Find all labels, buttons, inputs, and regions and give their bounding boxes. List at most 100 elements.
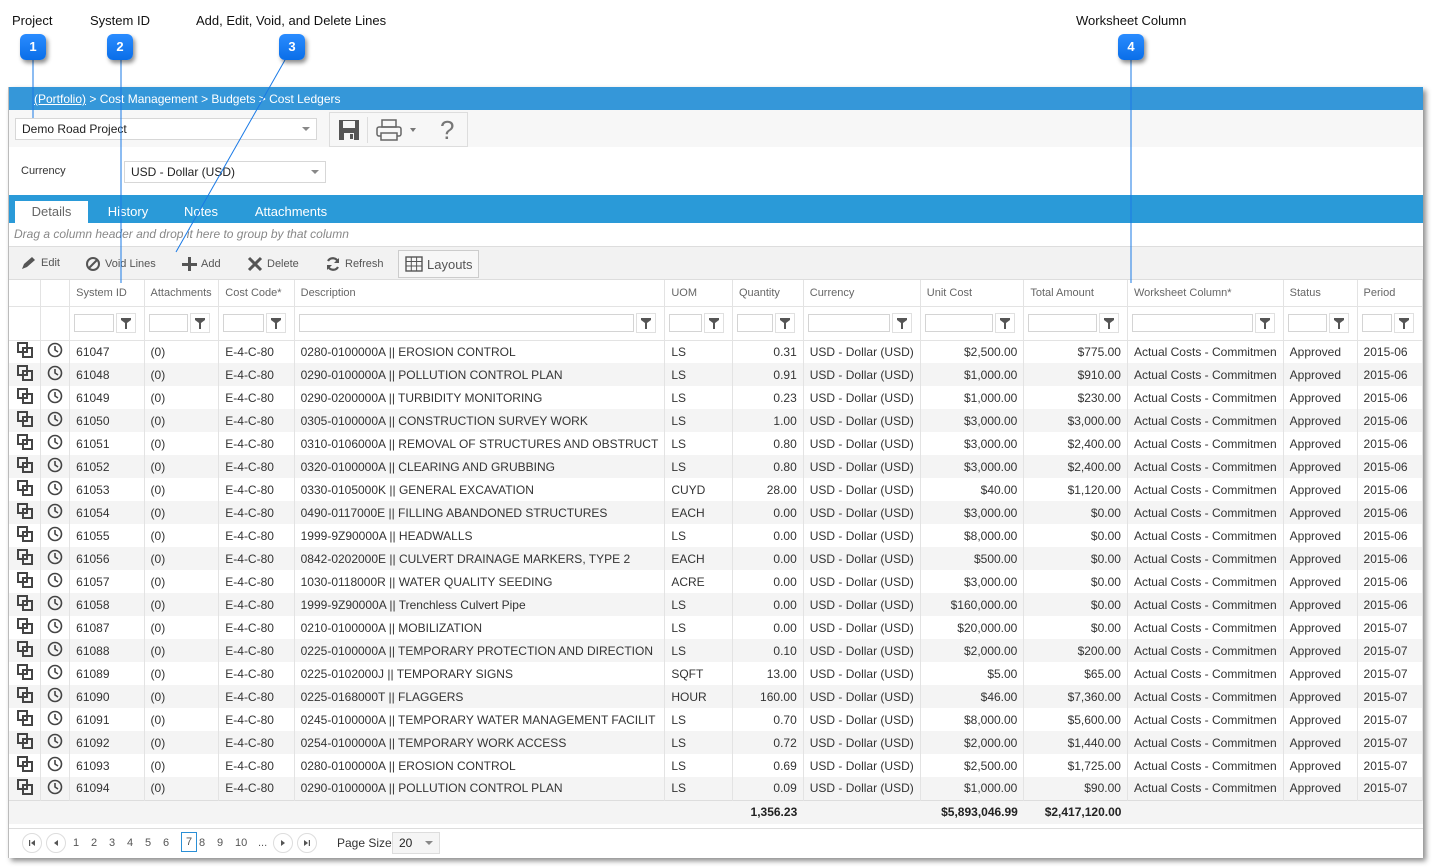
history-clock-icon[interactable]: [40, 708, 71, 731]
column-header[interactable]: UOM: [664, 280, 733, 307]
filter-icon[interactable]: [190, 313, 211, 333]
system-id-link[interactable]: 61058: [69, 593, 145, 616]
filter-input[interactable]: [74, 314, 114, 332]
attachments-link[interactable]: (0): [144, 662, 220, 685]
tab-notes[interactable]: Notes: [173, 201, 229, 223]
attachments-link[interactable]: (0): [144, 455, 220, 478]
table-row[interactable]: 61053 (0) E-4-C-80 0330-0105000K || GENERAL…: [9, 478, 1423, 501]
group-by-drop-zone[interactable]: Drag a column header and drop it here to…: [9, 223, 1423, 247]
page-number-button[interactable]: 9: [217, 837, 223, 849]
copy-line-icon[interactable]: [9, 478, 42, 501]
table-row[interactable]: 61050 (0) E-4-C-80 0305-0100000A || CONSTRU…: [9, 409, 1423, 432]
add-button[interactable]: Add: [181, 256, 221, 272]
attachments-link[interactable]: (0): [144, 570, 220, 593]
history-clock-icon[interactable]: [40, 777, 71, 800]
system-id-link[interactable]: 61089: [69, 662, 145, 685]
attachments-link[interactable]: (0): [144, 409, 220, 432]
system-id-link[interactable]: 61054: [69, 501, 145, 524]
system-id-link[interactable]: 61053: [69, 478, 145, 501]
breadcrumb-portfolio-link[interactable]: (Portfolio): [34, 92, 86, 106]
system-id-link[interactable]: 61093: [69, 754, 145, 777]
attachments-link[interactable]: (0): [144, 501, 220, 524]
filter-icon[interactable]: [774, 313, 795, 333]
column-header[interactable]: Description: [294, 280, 666, 307]
history-clock-icon[interactable]: [40, 616, 71, 639]
history-clock-icon[interactable]: [40, 593, 71, 616]
help-icon[interactable]: ?: [440, 115, 454, 146]
printer-icon[interactable]: [376, 119, 402, 144]
history-clock-icon[interactable]: [40, 478, 71, 501]
column-header[interactable]: Unit Cost: [920, 280, 1025, 307]
page-number-button[interactable]: 4: [127, 837, 133, 849]
more-pages-button[interactable]: ...: [258, 837, 267, 849]
attachments-link[interactable]: (0): [144, 593, 220, 616]
page-number-button[interactable]: 7: [181, 832, 198, 852]
filter-input[interactable]: [924, 314, 994, 332]
system-id-link[interactable]: 61049: [69, 386, 145, 409]
currency-select[interactable]: USD - Dollar (USD): [124, 161, 326, 183]
copy-line-icon[interactable]: [9, 639, 42, 662]
attachments-link[interactable]: (0): [144, 685, 220, 708]
copy-line-icon[interactable]: [9, 731, 42, 754]
page-number-button[interactable]: 5: [145, 837, 151, 849]
save-icon[interactable]: [339, 119, 359, 144]
system-id-link[interactable]: 61090: [69, 685, 145, 708]
table-row[interactable]: 61089 (0) E-4-C-80 0225-0102000J || TEMPORA…: [9, 662, 1423, 685]
page-number-button[interactable]: 3: [109, 837, 115, 849]
column-header[interactable]: Currency: [803, 280, 921, 307]
system-id-link[interactable]: 61088: [69, 639, 145, 662]
history-clock-icon[interactable]: [40, 501, 71, 524]
filter-icon[interactable]: [703, 313, 724, 333]
attachments-link[interactable]: (0): [144, 386, 220, 409]
filter-input[interactable]: [1361, 314, 1392, 332]
layouts-button[interactable]: Layouts: [398, 250, 479, 278]
system-id-link[interactable]: 61091: [69, 708, 145, 731]
filter-icon[interactable]: [1254, 313, 1275, 333]
filter-input[interactable]: [1028, 314, 1097, 332]
filter-input[interactable]: [148, 314, 189, 332]
system-id-link[interactable]: 61048: [69, 363, 145, 386]
system-id-link[interactable]: 61052: [69, 455, 145, 478]
page-number-button[interactable]: 8: [199, 837, 205, 849]
history-clock-icon[interactable]: [40, 409, 71, 432]
table-row[interactable]: 61052 (0) E-4-C-80 0320-0100000A || CLEARIN…: [9, 455, 1423, 478]
table-row[interactable]: 61049 (0) E-4-C-80 0290-0200000A || TURBIDI…: [9, 386, 1423, 409]
column-header[interactable]: Period: [1357, 280, 1423, 307]
next-page-button[interactable]: [273, 833, 293, 853]
table-row[interactable]: 61055 (0) E-4-C-80 1999-9Z90000A || HEADWAL…: [9, 524, 1423, 547]
copy-line-icon[interactable]: [9, 685, 42, 708]
copy-line-icon[interactable]: [9, 455, 42, 478]
copy-line-icon[interactable]: [9, 501, 42, 524]
attachments-link[interactable]: (0): [144, 432, 220, 455]
attachments-link[interactable]: (0): [144, 754, 220, 777]
filter-input[interactable]: [807, 314, 890, 332]
copy-line-icon[interactable]: [9, 432, 42, 455]
system-id-link[interactable]: 61050: [69, 409, 145, 432]
table-row[interactable]: 61093 (0) E-4-C-80 0280-0100000A || EROSION…: [9, 754, 1423, 777]
filter-icon[interactable]: [1328, 313, 1349, 333]
history-clock-icon[interactable]: [40, 685, 71, 708]
system-id-link[interactable]: 61087: [69, 616, 145, 639]
column-header[interactable]: Total Amount: [1023, 280, 1128, 307]
attachments-link[interactable]: (0): [144, 616, 220, 639]
table-row[interactable]: 61058 (0) E-4-C-80 1999-9Z90000A || Trenchl…: [9, 593, 1423, 616]
table-row[interactable]: 61094 (0) E-4-C-80 0290-0100000A || POLLUTI…: [9, 777, 1423, 800]
system-id-link[interactable]: 61092: [69, 731, 145, 754]
column-header[interactable]: Status: [1283, 280, 1358, 307]
filter-input[interactable]: [1131, 314, 1253, 332]
history-clock-icon[interactable]: [40, 432, 71, 455]
filter-icon[interactable]: [636, 313, 657, 333]
refresh-button[interactable]: Refresh: [325, 256, 384, 272]
copy-line-icon[interactable]: [9, 363, 42, 386]
history-clock-icon[interactable]: [40, 340, 71, 363]
void-lines-button[interactable]: Void Lines: [85, 256, 156, 272]
history-clock-icon[interactable]: [40, 731, 71, 754]
column-header[interactable]: Worksheet Column*: [1127, 280, 1284, 307]
filter-input[interactable]: [669, 314, 702, 332]
table-row[interactable]: 61087 (0) E-4-C-80 0210-0100000A || MOBILIZ…: [9, 616, 1423, 639]
filter-input[interactable]: [736, 314, 773, 332]
copy-line-icon[interactable]: [9, 386, 42, 409]
copy-line-icon[interactable]: [9, 524, 42, 547]
table-row[interactable]: 61054 (0) E-4-C-80 0490-0117000E || FILLING…: [9, 501, 1423, 524]
copy-line-icon[interactable]: [9, 570, 42, 593]
